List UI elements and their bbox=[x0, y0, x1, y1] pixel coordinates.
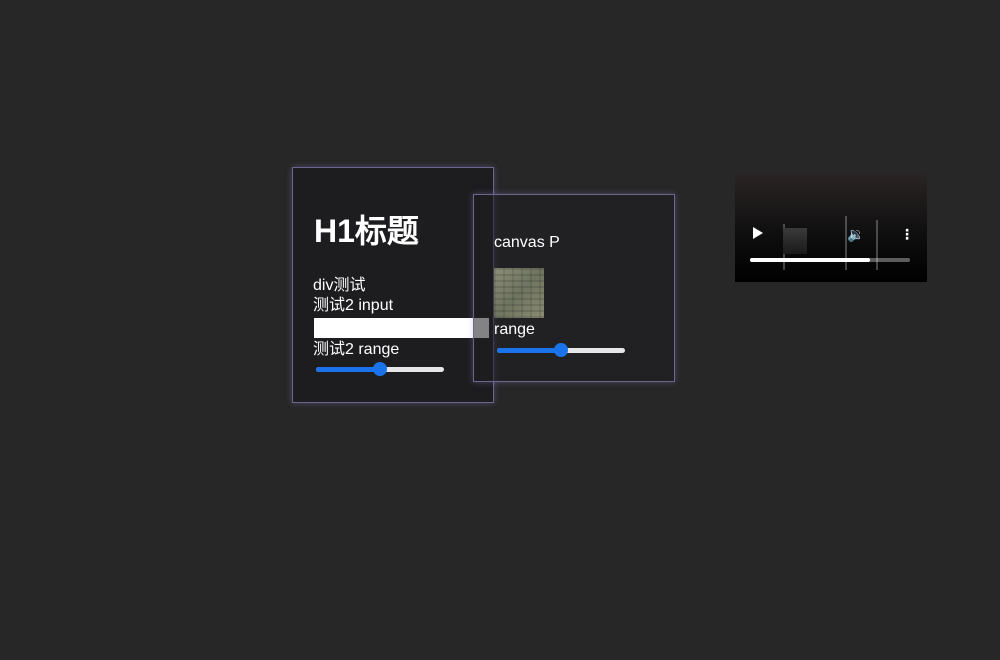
video-progress-bar[interactable] bbox=[750, 258, 910, 262]
input-label: 测试2 input bbox=[313, 297, 394, 314]
range-label: range bbox=[494, 321, 535, 338]
range-slider[interactable] bbox=[316, 361, 444, 377]
range-label: 测试2 range bbox=[313, 341, 400, 358]
range-slider[interactable] bbox=[497, 342, 625, 358]
volume-icon[interactable]: 🔉 bbox=[847, 226, 864, 242]
panel-h1: H1标题 div测试 测试2 input 测试2 range bbox=[292, 167, 494, 403]
range-thumb[interactable] bbox=[373, 362, 387, 376]
div-test-text: div测试 bbox=[313, 277, 366, 294]
video-player[interactable]: 🔉 ⋮ bbox=[735, 174, 927, 282]
canvas-texture bbox=[494, 268, 544, 318]
video-frame-line bbox=[876, 220, 878, 270]
panel-canvas: canvas P range bbox=[473, 194, 675, 382]
range-fill bbox=[497, 348, 561, 353]
canvas-label: canvas P bbox=[494, 234, 560, 251]
more-vert-icon[interactable]: ⋮ bbox=[900, 226, 914, 242]
video-frame-block bbox=[783, 228, 807, 254]
page-heading: H1标题 bbox=[314, 213, 419, 249]
range-thumb[interactable] bbox=[554, 343, 568, 357]
play-icon[interactable] bbox=[753, 227, 763, 239]
text-input[interactable] bbox=[314, 318, 489, 338]
range-fill bbox=[316, 367, 380, 372]
video-progress-fill bbox=[750, 258, 870, 262]
